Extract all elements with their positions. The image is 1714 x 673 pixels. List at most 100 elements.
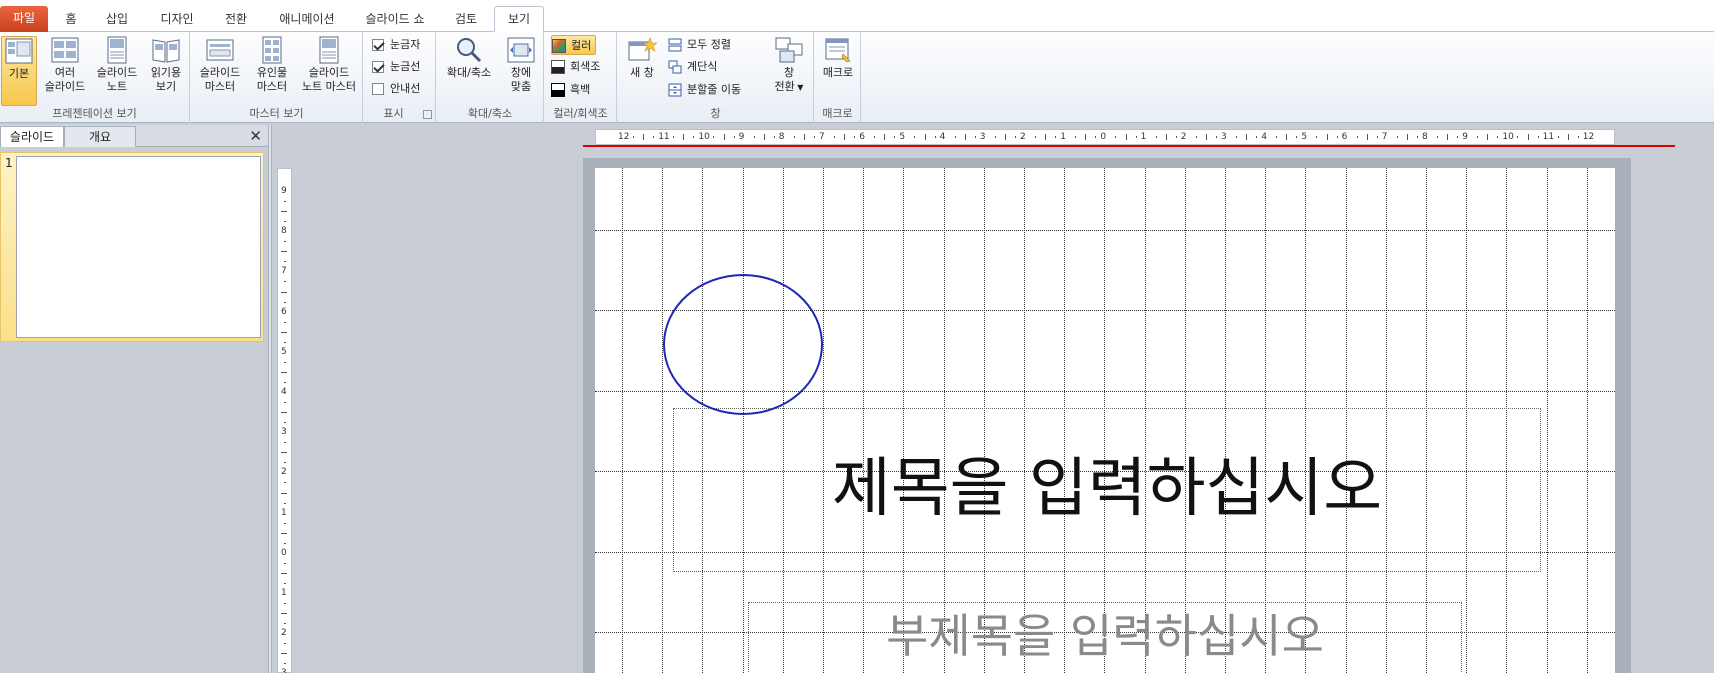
switch-windows-button[interactable]: 창 전환 ▼ (768, 36, 810, 95)
gridlines-checkbox[interactable]: 눈금선 (372, 57, 420, 77)
guides-checkbox[interactable]: 안내선 (372, 79, 420, 99)
ruler-label: 7 (281, 266, 287, 277)
group-presentation-views: 기본 여러 슬라이드 슬라이드 노트 읽기용 보기 프레젠테이션 보기 (0, 32, 190, 123)
ruler-tick (894, 136, 896, 138)
horizontal-ruler[interactable]: 12 11 10 9 8 7 6 5 4 3 2 1 0 1 2 3 4 5 6 7 8 9 10 11 12 (595, 129, 1615, 145)
ruler-tick (713, 136, 715, 138)
tab-file[interactable]: 파일 (0, 6, 48, 32)
ruler-label: 1 (281, 588, 287, 598)
ruler-tick (1095, 136, 1097, 138)
ruler-label: 7 (1381, 132, 1388, 142)
move-split-icon (668, 83, 682, 97)
ruler-tick (281, 653, 287, 655)
notes-master-label-1: 슬라이드 (308, 66, 350, 79)
ruler-tick (653, 136, 655, 138)
ruler-tick (284, 502, 286, 504)
ruler-label: 11 (1542, 132, 1555, 142)
black-white-button[interactable]: 흑백 (551, 80, 590, 100)
ruler-tick (284, 663, 286, 665)
ruler-label: 6 (1341, 132, 1348, 142)
ribbon-tab-bar: 파일 홈 삽입 디자인 전환 애니메이션 슬라이드 쇼 검토 보기 (0, 0, 1714, 32)
ruler-tick (1256, 136, 1258, 138)
ruler-tick (884, 134, 886, 140)
ruler-tick (1296, 136, 1298, 138)
macros-button[interactable]: 매크로 (817, 36, 859, 80)
group-label-show: 표시 (383, 107, 404, 120)
show-dialog-launcher-icon[interactable] (423, 110, 432, 119)
ruler-tick (284, 562, 286, 564)
black-white-icon (551, 83, 565, 97)
tab-outline[interactable]: 개요 (64, 126, 136, 147)
pane-tabs: 슬라이드 개요 ✕ (0, 125, 268, 147)
black-white-label: 흑백 (570, 83, 591, 96)
ruler-tick (284, 221, 286, 223)
gridlines-label: 눈금선 (390, 60, 421, 73)
handout-master-button[interactable]: 유인물 마스터 (247, 36, 297, 94)
handout-master-label-1: 유인물 (256, 66, 288, 79)
reading-view-button[interactable]: 읽기용 보기 (145, 36, 187, 94)
color-button[interactable]: 컬러 (551, 35, 597, 55)
ruler-tick (1527, 134, 1529, 140)
tab-slideshow[interactable]: 슬라이드 쇼 (358, 7, 432, 32)
cascade-button[interactable]: 계단식 (668, 57, 717, 77)
slide-master-label-2: 마스터 (204, 80, 236, 93)
ruler-tick (1396, 136, 1398, 138)
fit-to-window-button[interactable]: 창에 맞춤 (501, 36, 541, 94)
notes-master-button[interactable]: 슬라이드 노트 마스터 (297, 36, 361, 94)
notes-page-button[interactable]: 슬라이드 노트 (92, 36, 142, 94)
ruler-label: 1 (1060, 132, 1066, 142)
macros-icon (825, 38, 851, 63)
slide-thumbnail-item[interactable]: 1 (0, 152, 264, 342)
grayscale-button[interactable]: 회색조 (551, 57, 600, 77)
ruler-tick (1517, 136, 1519, 138)
ruler-tick (284, 381, 286, 383)
tab-insert[interactable]: 삽입 (98, 7, 136, 32)
arrange-all-label: 모두 정렬 (687, 38, 731, 51)
pane-splitter[interactable] (268, 125, 272, 673)
ruler-tick (284, 361, 286, 363)
ruler-checkbox[interactable]: 눈금자 (372, 35, 420, 55)
ruler-label: 2 (1020, 132, 1026, 142)
slide-thumbnail-number: 1 (5, 156, 13, 170)
zoom-label: 확대/축소 (446, 66, 492, 79)
tab-design[interactable]: 디자인 (150, 7, 204, 32)
ruler-tick (793, 136, 795, 138)
tab-view[interactable]: 보기 (494, 6, 544, 32)
vertical-ruler[interactable]: 9 8 7 6 5 4 3 2 1 0 1 2 3 (277, 168, 292, 673)
close-pane-icon[interactable]: ✕ (249, 126, 262, 146)
ruler-tick (284, 522, 286, 524)
tab-slides[interactable]: 슬라이드 (0, 126, 64, 147)
subtitle-placeholder[interactable]: 부제목을 입력하십시오 (748, 602, 1462, 673)
ruler-tick (1437, 136, 1439, 138)
slide-master-button[interactable]: 슬라이드 마스터 (195, 36, 245, 94)
arrange-all-icon (668, 38, 682, 52)
new-window-button[interactable]: 새 창 (624, 36, 660, 80)
slide-sorter-button[interactable]: 여러 슬라이드 (40, 36, 90, 94)
group-label-zoom: 확대/축소 (467, 107, 513, 120)
arrange-all-button[interactable]: 모두 정렬 (668, 35, 731, 55)
title-placeholder[interactable]: 제목을 입력하십시오 (673, 408, 1541, 572)
move-split-button[interactable]: 분할줄 이동 (668, 80, 741, 100)
ruler-tick (733, 136, 735, 138)
tab-home[interactable]: 홈 (56, 7, 86, 32)
ruler-tick (1135, 136, 1137, 138)
ruler-tick (1276, 136, 1278, 138)
slide-sorter-icon (51, 37, 79, 63)
move-split-label: 분할줄 이동 (687, 83, 742, 96)
tab-animations[interactable]: 애니메이션 (268, 7, 346, 32)
slide-thumbnail[interactable] (16, 156, 261, 338)
ruler-label: 11 (658, 132, 670, 142)
ellipse-shape[interactable] (663, 274, 823, 415)
notes-master-label-2: 노트 마스터 (301, 80, 357, 93)
slide-canvas[interactable]: 제목을 입력하십시오 부제목을 입력하십시오 (595, 168, 1615, 673)
normal-view-button[interactable]: 기본 (1, 36, 37, 106)
tab-transitions[interactable]: 전환 (216, 7, 256, 32)
group-color-grayscale: 컬러 회색조 흑백 컬러/회색조 (545, 32, 617, 123)
normal-view-icon (5, 38, 33, 64)
ruler-label: 9 (1462, 132, 1468, 142)
ruler-tick (753, 136, 755, 138)
zoom-button[interactable]: 확대/축소 (441, 36, 497, 80)
ruler-tick (803, 134, 805, 140)
ruler-tick (1014, 136, 1016, 138)
tab-review[interactable]: 검토 (446, 7, 486, 32)
